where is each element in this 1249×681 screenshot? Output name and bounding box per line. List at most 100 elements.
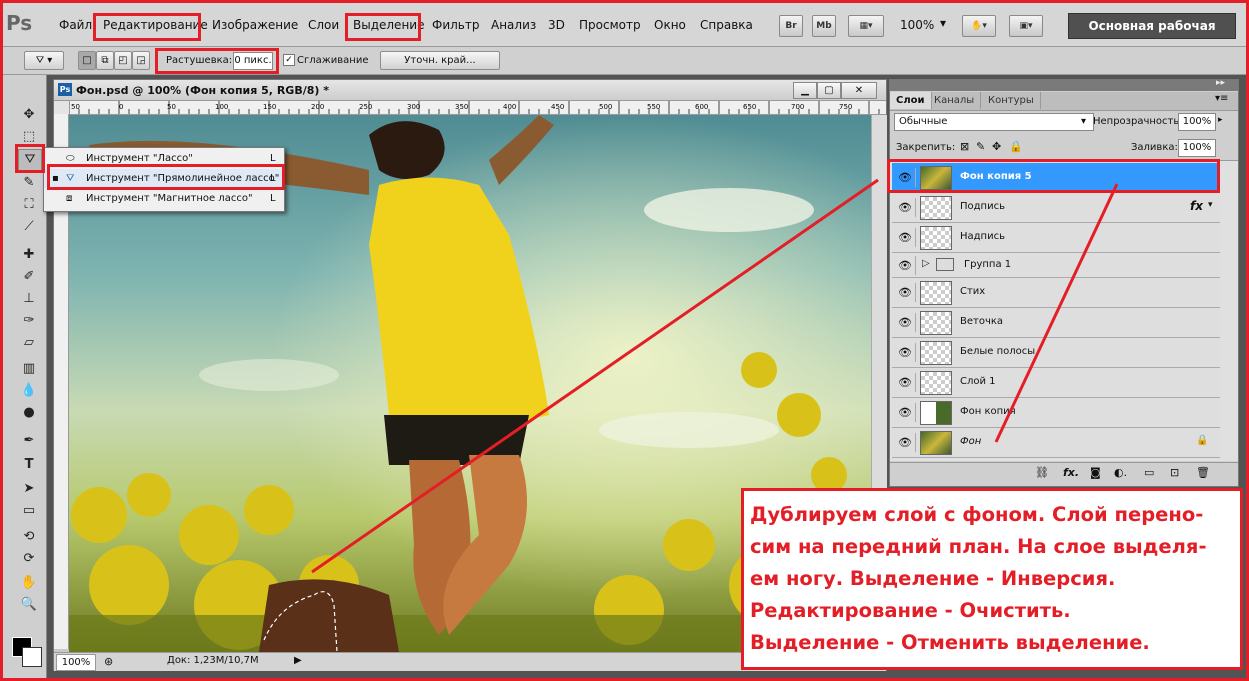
path-selection-tool-icon[interactable]: ➤	[18, 479, 40, 499]
intersect-selection-button[interactable]: ◲	[132, 51, 150, 70]
new-group-icon[interactable]: ▭	[1144, 466, 1154, 479]
add-selection-button[interactable]: ⧉	[96, 51, 114, 70]
menu-view[interactable]: Просмотр	[579, 18, 641, 32]
zoom-tool-icon[interactable]: 🔍	[18, 595, 40, 615]
menu-image[interactable]: Изображение	[212, 18, 298, 32]
minimize-button[interactable]: ▁	[793, 82, 817, 99]
lock-pixels-icon[interactable]: ✎	[976, 140, 985, 153]
menu-3d[interactable]: 3D	[548, 18, 565, 32]
fx-icon[interactable]: fx	[1190, 199, 1203, 213]
marquee-tool-icon[interactable]: ⬚	[18, 127, 40, 147]
subtract-selection-button[interactable]: ◰	[114, 51, 132, 70]
flyout-item-polygonal-lasso[interactable]: ▪ ⛛ Инструмент "Прямолинейное лассо" L	[44, 169, 284, 188]
expand-group-icon[interactable]: ▷	[922, 258, 930, 269]
type-tool-icon[interactable]: T	[18, 455, 40, 475]
document-title-bar[interactable]: Ps Фон.psd @ 100% (Фон копия 5, RGB/8) *…	[54, 80, 886, 101]
blur-tool-icon[interactable]: 💧	[18, 381, 40, 401]
menu-analysis[interactable]: Анализ	[491, 18, 536, 32]
visibility-eye-icon[interactable]: 👁	[895, 228, 916, 247]
brush-tool-icon[interactable]: ✐	[18, 267, 40, 287]
add-mask-icon[interactable]: ◙	[1090, 466, 1101, 479]
new-selection-button[interactable]: □	[78, 51, 96, 70]
menu-window[interactable]: Окно	[654, 18, 686, 32]
extras-menu-button[interactable]: ▦▾	[848, 15, 884, 37]
ruler-origin[interactable]	[54, 101, 69, 114]
refine-edge-button[interactable]: Уточн. край...	[380, 51, 500, 70]
eyedropper-tool-icon[interactable]: ⟋	[18, 217, 40, 237]
layer-row-stikh[interactable]: 👁 Стих	[892, 278, 1220, 308]
visibility-eye-icon[interactable]: 👁	[895, 283, 916, 302]
close-button[interactable]: ✕	[841, 82, 877, 99]
expand-effects-icon[interactable]: ▾	[1208, 200, 1213, 210]
flyout-item-lasso[interactable]: ⬭ Инструмент "Лассо" L	[44, 149, 284, 168]
hand-rotate-button[interactable]: ✋▾	[962, 15, 996, 37]
history-brush-tool-icon[interactable]: ✑	[18, 311, 40, 331]
visibility-eye-icon[interactable]: 👁	[895, 433, 916, 452]
fill-input[interactable]: 100%	[1178, 139, 1216, 157]
tab-channels[interactable]: Каналы	[928, 92, 982, 109]
menu-edit[interactable]: Редактирование	[103, 18, 208, 32]
dodge-tool-icon[interactable]: ●	[18, 403, 40, 423]
layer-row-fon-kopiya[interactable]: 👁 Фон копия	[892, 398, 1220, 428]
add-style-icon[interactable]: fx.	[1063, 466, 1079, 479]
chevron-down-icon[interactable]: ▾	[940, 16, 946, 30]
zoom-level[interactable]: 100%	[900, 18, 934, 32]
layer-row-nadpis[interactable]: 👁 Надпись	[892, 223, 1220, 253]
visibility-eye-icon[interactable]: 👁	[895, 373, 916, 392]
menu-layers[interactable]: Слои	[308, 18, 339, 32]
layer-row-gruppa-1[interactable]: 👁 ▷ Группа 1	[892, 253, 1220, 278]
gradient-tool-icon[interactable]: ▥	[18, 359, 40, 379]
bridge-button[interactable]: Br	[779, 15, 803, 37]
status-menu-arrow-icon[interactable]: ▶	[294, 655, 302, 666]
3d-orbit-tool-icon[interactable]: ⟳	[18, 549, 40, 569]
tab-layers[interactable]: Слои	[890, 92, 932, 109]
hand-tool-icon[interactable]: ✋	[18, 573, 40, 593]
layer-row-sloy-1[interactable]: 👁 Слой 1	[892, 368, 1220, 398]
collapse-panel-icon[interactable]: ▸▸	[1216, 78, 1225, 88]
zoom-field[interactable]: 100%	[56, 654, 96, 671]
lock-position-icon[interactable]: ✥	[992, 140, 1001, 153]
3d-rotate-tool-icon[interactable]: ⟲	[18, 527, 40, 547]
screen-mode-button[interactable]: ▣▾	[1009, 15, 1043, 37]
layer-row-fon-kopiya-5[interactable]: 👁 Фон копия 5	[892, 163, 1220, 193]
visibility-eye-icon[interactable]: 👁	[895, 168, 916, 187]
tab-paths[interactable]: Контуры	[982, 92, 1041, 109]
lasso-tool-icon[interactable]: ⛛	[18, 149, 42, 171]
visibility-eye-icon[interactable]: 👁	[895, 198, 916, 217]
menu-filter[interactable]: Фильтр	[432, 18, 479, 32]
link-layers-icon[interactable]: ⛓	[1035, 466, 1049, 479]
pen-tool-icon[interactable]: ✒	[18, 431, 40, 451]
background-color-swatch[interactable]	[22, 647, 42, 667]
clone-stamp-tool-icon[interactable]: ⊥	[18, 289, 40, 309]
new-layer-icon[interactable]: ⊡	[1170, 466, 1179, 479]
opacity-input[interactable]: 100%	[1178, 113, 1216, 131]
shape-tool-icon[interactable]: ▭	[18, 501, 40, 521]
menu-file[interactable]: Файл	[59, 18, 92, 32]
minibridge-button[interactable]: Mb	[812, 15, 836, 37]
maximize-button[interactable]: ▢	[817, 82, 841, 99]
chevron-down-icon[interactable]: ▸	[1218, 115, 1223, 125]
crop-tool-icon[interactable]: ⛶	[18, 195, 40, 215]
lock-all-icon[interactable]: 🔒	[1009, 140, 1023, 153]
tool-preset-picker[interactable]: ⛛ ▾	[24, 51, 64, 70]
flyout-item-magnetic-lasso[interactable]: ⧈ Инструмент "Магнитное лассо" L	[44, 189, 284, 208]
layer-row-belye-polosy[interactable]: 👁 Белые полосы	[892, 338, 1220, 368]
layer-row-podpis[interactable]: 👁 Подпись fx ▾	[892, 193, 1220, 223]
panel-header[interactable]: ▸▸	[890, 78, 1238, 91]
antialias-checkbox[interactable]: ✓	[283, 54, 295, 66]
feather-input[interactable]: 0 пикс.	[233, 52, 273, 70]
healing-brush-tool-icon[interactable]: ✚	[18, 245, 40, 265]
workspace-switcher[interactable]: Основная рабочая среда	[1068, 13, 1236, 57]
status-info-icon[interactable]: ⊛	[104, 655, 113, 668]
eraser-tool-icon[interactable]: ▱	[18, 333, 40, 353]
visibility-eye-icon[interactable]: 👁	[895, 313, 916, 332]
menu-select[interactable]: Выделение	[353, 18, 424, 32]
trash-icon[interactable]: 🗑	[1196, 466, 1210, 479]
blend-mode-select[interactable]: Обычные ▾	[894, 113, 1094, 131]
visibility-eye-icon[interactable]: 👁	[895, 403, 916, 422]
layer-row-vetochka[interactable]: 👁 Веточка	[892, 308, 1220, 338]
menu-help[interactable]: Справка	[700, 18, 753, 32]
lock-transparent-icon[interactable]: ⊠	[960, 140, 969, 153]
layer-row-fon[interactable]: 👁 Фон 🔒	[892, 428, 1220, 458]
visibility-eye-icon[interactable]: 👁	[895, 256, 916, 275]
